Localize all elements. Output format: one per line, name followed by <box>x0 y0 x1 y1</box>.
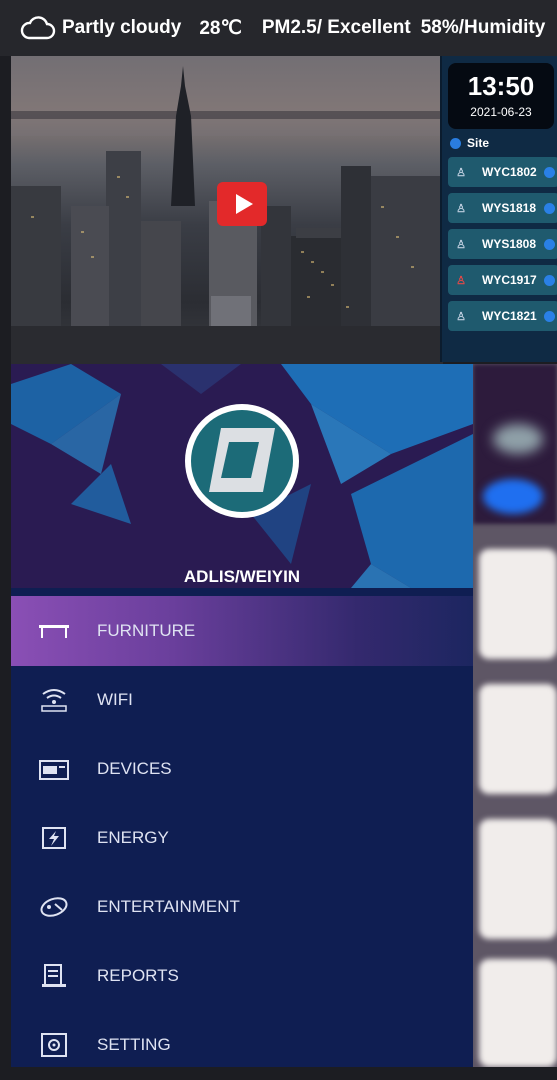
device-item[interactable]: ♙ WYC1802 <box>448 157 557 187</box>
clock-time: 13:50 <box>467 71 535 101</box>
device-status-dot <box>544 202 555 214</box>
brand-name: ADLIS/WEIYIN <box>183 567 301 586</box>
device-item[interactable]: ♙ WYC1821 <box>448 301 557 331</box>
entertainment-icon <box>40 897 68 917</box>
device-status-dot <box>544 274 555 286</box>
navigation-drawer: ADLIS/WEIYIN FURNITURE WIFI DEVICES ENER… <box>11 364 473 1067</box>
menu-label: WIFI <box>97 690 133 709</box>
clock: 13:50 2021-06-23 <box>448 63 554 129</box>
person-icon: ♙ <box>456 202 466 215</box>
menu-label: REPORTS <box>97 966 179 985</box>
site-label: Site <box>467 136 490 150</box>
logo-mark-icon <box>209 428 275 492</box>
reports-icon <box>42 964 66 987</box>
energy-icon <box>42 827 66 849</box>
clock-date: 2021-06-23 <box>470 105 532 119</box>
weather-text: Partly cloudy <box>62 17 182 38</box>
brand-logo <box>185 404 299 518</box>
device-name: WYC1917 <box>482 273 537 287</box>
menu-label: ENERGY <box>97 828 169 847</box>
device-name: WYS1808 <box>482 237 537 251</box>
menu-item-wifi[interactable]: WIFI <box>11 665 473 735</box>
device-item[interactable]: ♙ WYS1818 <box>448 193 557 223</box>
person-icon: ♙ <box>456 166 466 179</box>
cloud-icon <box>20 16 56 40</box>
device-name: WYC1802 <box>482 165 537 179</box>
device-item[interactable]: ♙ WYC1917 <box>448 265 557 295</box>
menu-item-devices[interactable]: DEVICES <box>11 734 473 804</box>
device-status-dot <box>544 310 555 322</box>
menu-label: FURNITURE <box>97 621 196 640</box>
person-icon: ♙ <box>456 310 466 323</box>
menu-label: DEVICES <box>97 759 172 778</box>
menu-item-furniture[interactable]: FURNITURE <box>11 596 473 666</box>
menu-label: ENTERTAINMENT <box>97 897 240 916</box>
site-panel: 13:50 2021-06-23 Site ♙ WYC1802 ♙ WYS181… <box>440 56 557 362</box>
device-status-dot <box>544 166 555 178</box>
device-status-dot <box>544 238 555 250</box>
temperature-text: 28℃ <box>199 17 242 39</box>
menu-item-entertainment[interactable]: ENTERTAINMENT <box>11 872 473 942</box>
wifi-icon <box>41 689 67 712</box>
status-bar: Partly cloudy 28℃ PM2.5/ Excellent 58%/H… <box>0 0 557 56</box>
person-icon: ♙ <box>456 238 466 251</box>
video-player[interactable] <box>11 56 443 364</box>
device-item[interactable]: ♙ WYS1808 <box>448 229 557 259</box>
device-name: WYC1821 <box>482 309 537 323</box>
devices-icon <box>39 760 69 780</box>
site-status-dot <box>450 137 461 149</box>
menu-item-reports[interactable]: REPORTS <box>11 941 473 1011</box>
setting-icon <box>41 1033 67 1057</box>
menu-item-setting[interactable]: SETTING <box>11 1010 473 1080</box>
background-content-blurred <box>473 364 557 1067</box>
site-header: Site <box>450 135 557 151</box>
table-icon <box>39 625 69 638</box>
play-button[interactable] <box>217 182 267 226</box>
device-name: WYS1818 <box>482 201 537 215</box>
menu-item-energy[interactable]: ENERGY <box>11 803 473 873</box>
air-quality-text: PM2.5/ Excellent <box>261 17 411 38</box>
drawer-header: ADLIS/WEIYIN <box>11 364 473 588</box>
humidity-text: 58%/Humidity <box>420 17 546 38</box>
person-alert-icon: ♙ <box>456 274 466 287</box>
menu-label: SETTING <box>97 1035 171 1054</box>
